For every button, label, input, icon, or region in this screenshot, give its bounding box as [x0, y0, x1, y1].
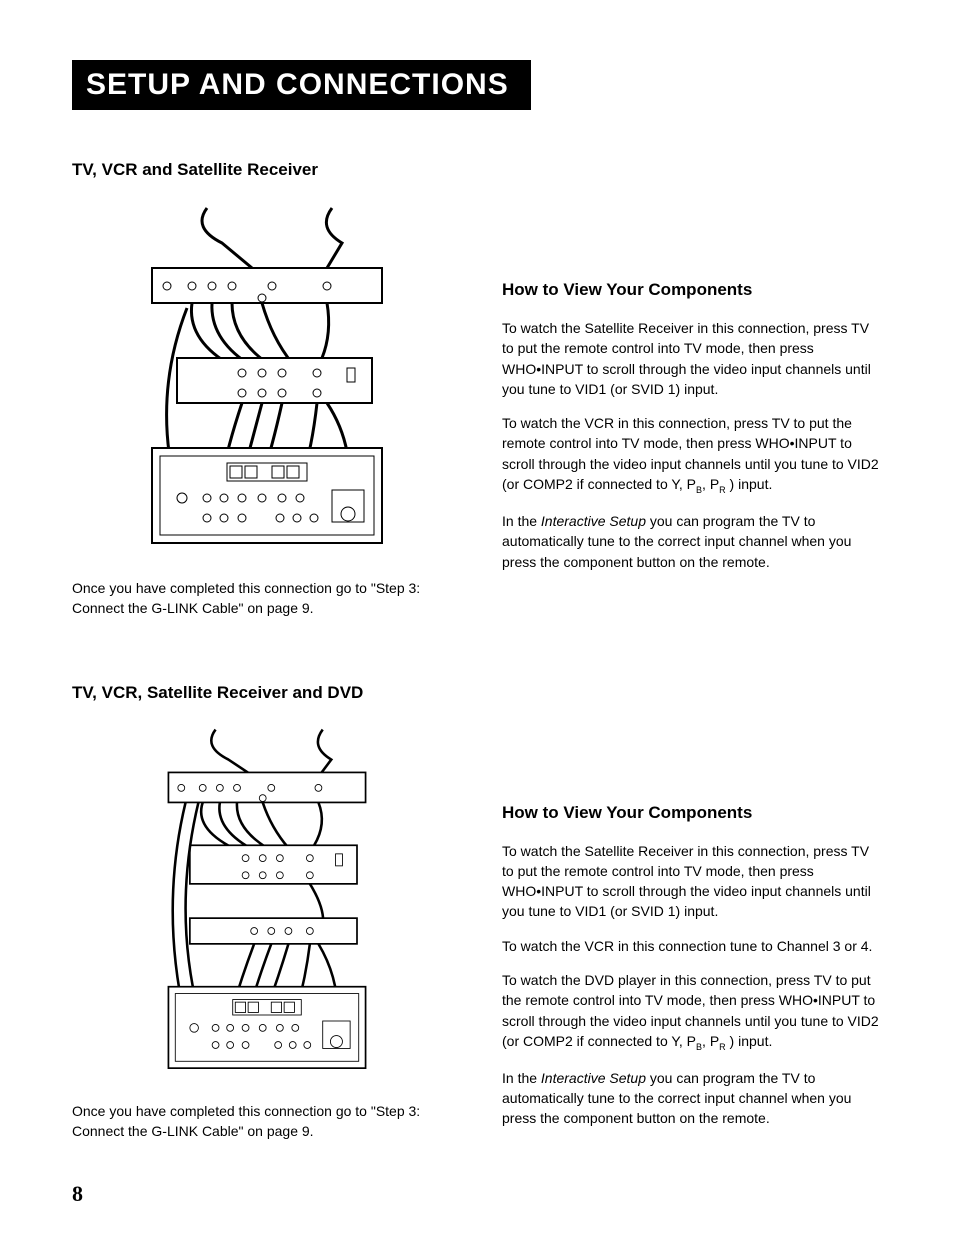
section-tv-vcr-sat: TV, VCR and Satellite Receiver: [72, 160, 882, 633]
text-fragment: To watch the DVD player in this connecti…: [502, 972, 879, 1049]
section1-right-heading: How to View Your Components: [502, 280, 882, 300]
section1-p2: To watch the VCR in this connection, pre…: [502, 413, 882, 497]
section1-p1: To watch the Satellite Receiver in this …: [502, 318, 882, 399]
section1-caption: Once you have completed this connection …: [72, 578, 462, 619]
section1-right: How to View Your Components To watch the…: [502, 160, 882, 586]
page-number: 8: [72, 1181, 83, 1207]
text-fragment: , P: [702, 476, 719, 492]
connection-diagram-2: [132, 721, 402, 1081]
section2-right: How to View Your Components To watch the…: [502, 683, 882, 1143]
section1-left: TV, VCR and Satellite Receiver: [72, 160, 462, 633]
italic-text: Interactive Setup: [541, 1070, 646, 1086]
text-fragment: In the: [502, 1070, 541, 1086]
section1-heading: TV, VCR and Satellite Receiver: [72, 160, 462, 180]
page-title: Setup and Connections: [86, 68, 509, 102]
text-fragment: ) input.: [726, 476, 773, 492]
section2-p4: In the Interactive Setup you can program…: [502, 1068, 882, 1129]
section2-right-heading: How to View Your Components: [502, 803, 882, 823]
section2-p2: To watch the VCR in this connection tune…: [502, 936, 882, 956]
section1-p3: In the Interactive Setup you can program…: [502, 511, 882, 572]
section-tv-vcr-sat-dvd: TV, VCR, Satellite Receiver and DVD: [72, 683, 882, 1156]
section2-left: TV, VCR, Satellite Receiver and DVD: [72, 683, 462, 1156]
section2-p3: To watch the DVD player in this connecti…: [502, 970, 882, 1054]
text-fragment: ) input.: [726, 1033, 773, 1049]
text-fragment: , P: [702, 1033, 719, 1049]
section2-p1: To watch the Satellite Receiver in this …: [502, 841, 882, 922]
connection-diagram-1: [132, 198, 402, 558]
page-title-bar: Setup and Connections: [72, 60, 531, 110]
text-fragment: To watch the VCR in this connection, pre…: [502, 415, 879, 492]
section2-caption: Once you have completed this connection …: [72, 1101, 462, 1142]
section2-heading: TV, VCR, Satellite Receiver and DVD: [72, 683, 462, 703]
italic-text: Interactive Setup: [541, 513, 646, 529]
text-fragment: In the: [502, 513, 541, 529]
